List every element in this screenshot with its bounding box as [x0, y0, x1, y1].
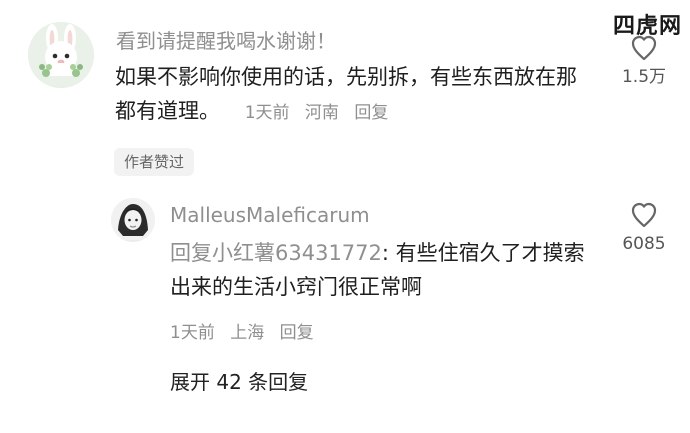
expand-replies-button[interactable]: 展开 42 条回复 [170, 368, 308, 396]
author-liked-badge: 作者赞过 [114, 148, 195, 176]
heart-icon [629, 34, 659, 62]
bunny-avatar-icon [28, 22, 94, 88]
comment-username[interactable]: 看到请提醒我喝水谢谢！ [116, 29, 336, 53]
reply-target-user[interactable]: 小红薯63431772 [212, 241, 382, 265]
comment-body: 如果不影响你使用的话，先别拆，有些东西放在那都有道理。 1天前 河南 回复 [115, 60, 595, 130]
reply-prefix: 回复 [170, 241, 212, 265]
reply-location: 上海 [230, 323, 265, 343]
comment-like-count: 1.5万 [621, 67, 667, 87]
reply-username[interactable]: MalleusMaleficarum [170, 203, 370, 227]
comment-time: 1天前 [244, 103, 290, 123]
comment-like-button[interactable]: 1.5万 [616, 34, 672, 88]
heart-icon [629, 201, 659, 229]
portrait-avatar-icon [111, 198, 155, 242]
reply-time: 1天前 [170, 323, 215, 343]
reply-avatar[interactable] [111, 198, 155, 242]
reply-like-button[interactable]: 6085 [616, 201, 672, 255]
reply-reply-button[interactable]: 回复 [280, 323, 314, 343]
comment-meta: 1天前 河南 回复 [245, 103, 389, 123]
reply-body: 回复小红薯63431772: 有些住宿久了才摸索出来的生活小窍门很正常啊 [170, 236, 600, 304]
comment-reply-button[interactable]: 回复 [354, 103, 388, 123]
comment-location: 河南 [304, 103, 339, 123]
reply-like-count: 6085 [622, 234, 666, 254]
reply-meta: 1天前 上海 回复 [170, 321, 314, 345]
comment-avatar[interactable] [28, 22, 94, 88]
